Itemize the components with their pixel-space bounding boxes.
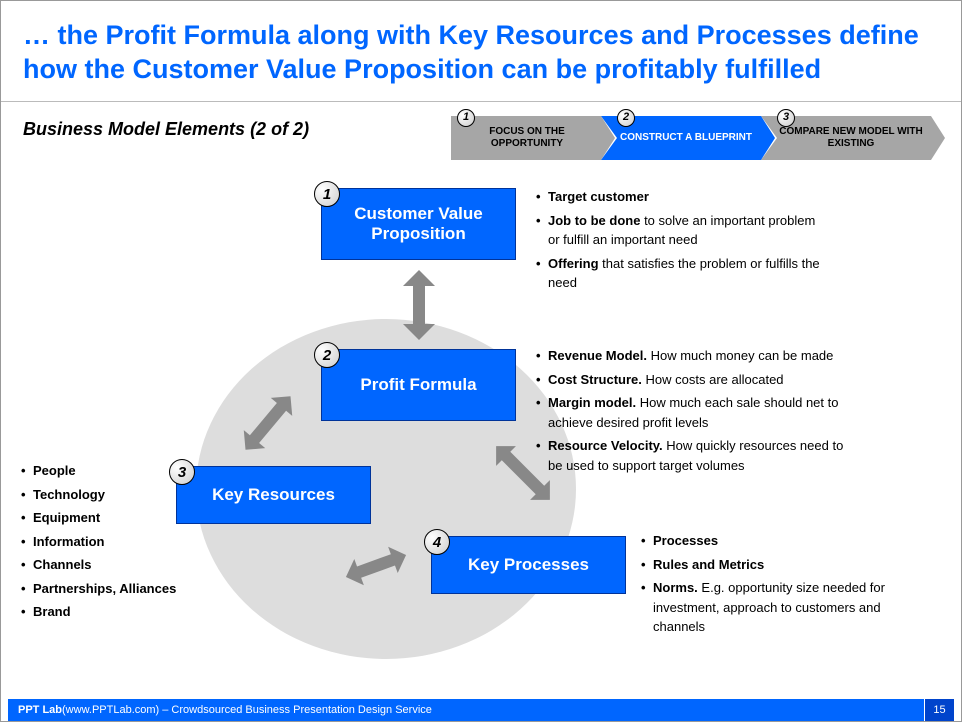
footer-text: (www.PPTLab.com) – Crowdsourced Business…: [62, 704, 432, 716]
list-item: Partnerships, Alliances: [21, 579, 201, 599]
slide-subtitle: Business Model Elements (2 of 2): [23, 119, 309, 140]
step-3: 3 COMPARE NEW MODEL WITH EXISTING: [761, 116, 931, 160]
list-item: Target customer: [536, 187, 821, 207]
step-1-number: 1: [457, 109, 475, 127]
list-item: Resource Velocity. How quickly resources…: [536, 436, 846, 475]
diagram-canvas: 1 Customer Value Proposition 2 Profit Fo…: [1, 171, 962, 691]
list-item: Cost Structure. How costs are allocated: [536, 370, 846, 390]
box-1-label: Customer Value Proposition: [322, 204, 515, 244]
footer-bar: PPT Lab (www.PPTLab.com) – Crowdsourced …: [8, 699, 954, 721]
box-4-number: 4: [424, 529, 450, 555]
box-4-label: Key Processes: [468, 555, 589, 575]
step-2-number: 2: [617, 109, 635, 127]
double-arrow-diagonal-icon: [226, 386, 311, 461]
process-stepper: 1 FOCUS ON THE OPPORTUNITY 2 CONSTRUCT A…: [451, 116, 931, 160]
box-1-number: 1: [314, 181, 340, 207]
list-item: Brand: [21, 602, 201, 622]
box-2-number: 2: [314, 342, 340, 368]
slide-title: … the Profit Formula along with Key Reso…: [1, 1, 961, 102]
list-item: Norms. E.g. opportunity size needed for …: [641, 578, 921, 637]
bullets-cvp: Target customer Job to be done to solve a…: [536, 187, 821, 297]
box-customer-value-proposition: 1 Customer Value Proposition: [321, 188, 516, 260]
page-number: 15: [924, 699, 954, 721]
footer-brand: PPT Lab: [18, 704, 62, 716]
list-item: People: [21, 461, 201, 481]
step-3-label: COMPARE NEW MODEL WITH EXISTING: [779, 126, 923, 150]
bullets-key-processes: Processes Rules and Metrics Norms. E.g. op…: [641, 531, 921, 641]
box-2-label: Profit Formula: [360, 375, 476, 395]
list-item: Information: [21, 532, 201, 552]
list-item: Margin model. How much each sale should …: [536, 393, 846, 432]
step-2-active: 2 CONSTRUCT A BLUEPRINT: [601, 116, 761, 160]
double-arrow-vertical-icon: [397, 270, 441, 340]
step-1: 1 FOCUS ON THE OPPORTUNITY: [451, 116, 601, 160]
list-item: Channels: [21, 555, 201, 575]
list-item: Job to be done to solve an important pro…: [536, 211, 821, 250]
step-1-label: FOCUS ON THE OPPORTUNITY: [461, 126, 593, 150]
box-profit-formula: 2 Profit Formula: [321, 349, 516, 421]
double-arrow-diagonal-icon: [331, 536, 421, 596]
list-item: Processes: [641, 531, 921, 551]
list-item: Technology: [21, 485, 201, 505]
bullets-key-resources: People Technology Equipment Information Chan…: [21, 461, 201, 626]
box-3-label: Key Resources: [212, 485, 335, 505]
bullets-profit-formula: Revenue Model. How much money can be mad…: [536, 346, 846, 479]
list-item: Revenue Model. How much money can be mad…: [536, 346, 846, 366]
box-key-processes: 4 Key Processes: [431, 536, 626, 594]
step-2-label: CONSTRUCT A BLUEPRINT: [620, 132, 752, 144]
box-key-resources: 3 Key Resources: [176, 466, 371, 524]
list-item: Offering that satisfies the problem or f…: [536, 254, 821, 293]
list-item: Rules and Metrics: [641, 555, 921, 575]
list-item: Equipment: [21, 508, 201, 528]
step-3-number: 3: [777, 109, 795, 127]
